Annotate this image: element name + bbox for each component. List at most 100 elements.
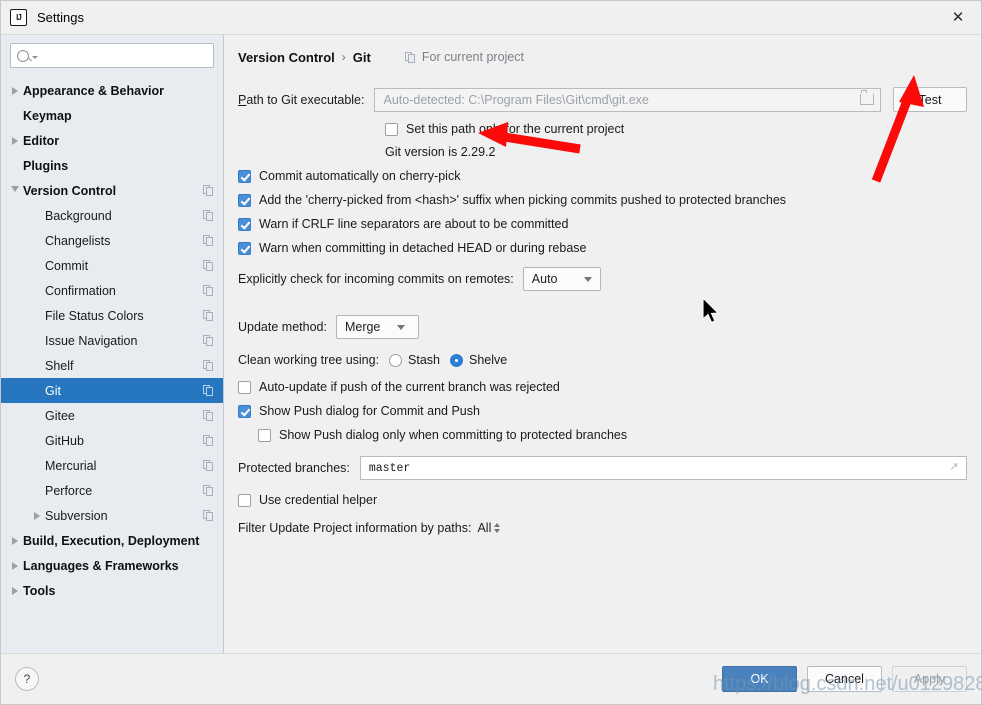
use-credential-helper-row[interactable]: Use credential helper: [238, 493, 967, 507]
filter-paths-spinner[interactable]: All: [477, 521, 501, 535]
test-button[interactable]: Test: [893, 87, 967, 112]
chevron-right-icon[interactable]: [7, 136, 23, 145]
copy-icon[interactable]: [203, 285, 214, 296]
chevron-right-icon[interactable]: [29, 511, 45, 520]
project-scope-note: For current project: [404, 50, 524, 64]
git-option-row[interactable]: Add the 'cherry-picked from <hash>' suff…: [238, 193, 967, 207]
clean-tree-option[interactable]: Stash: [389, 353, 440, 367]
search-input[interactable]: [43, 47, 207, 64]
clean-tree-option[interactable]: Shelve: [450, 353, 507, 367]
sidebar-item-issue-navigation[interactable]: Issue Navigation: [1, 328, 223, 353]
radio-stash[interactable]: [389, 353, 403, 367]
copy-icon[interactable]: [203, 510, 214, 521]
sidebar-item-label: Changelists: [45, 233, 111, 248]
git-path-field[interactable]: Auto-detected: C:\Program Files\Git\cmd\…: [374, 87, 881, 112]
protected-branches-input[interactable]: master ↗: [359, 456, 967, 480]
git-option-row[interactable]: Warn when committing in detached HEAD or…: [238, 241, 967, 255]
git-options-group: Commit automatically on cherry-pick Add t…: [238, 169, 967, 255]
copy-icon[interactable]: [203, 235, 214, 246]
copy-icon[interactable]: [203, 185, 214, 196]
copy-icon[interactable]: [203, 435, 214, 446]
sidebar-item-keymap[interactable]: Keymap: [1, 103, 223, 128]
sidebar-item-version-control[interactable]: Version Control: [1, 178, 223, 203]
auto-update-checkbox[interactable]: [238, 380, 251, 394]
show-push-dialog-label: Show Push dialog for Commit and Push: [259, 404, 480, 418]
sidebar-item-languages-frameworks[interactable]: Languages & Frameworks: [1, 553, 223, 578]
copy-icon[interactable]: [203, 485, 214, 496]
sidebar-item-commit[interactable]: Commit: [1, 253, 223, 278]
use-credential-helper-checkbox[interactable]: [238, 493, 251, 507]
sidebar-item-background[interactable]: Background: [1, 203, 223, 228]
footer-buttons: OK Cancel Apply: [722, 666, 967, 692]
update-method-select[interactable]: Merge: [335, 315, 419, 339]
copy-icon[interactable]: [203, 335, 214, 346]
sidebar-item-label: Commit: [45, 258, 89, 273]
copy-icon[interactable]: [203, 210, 214, 221]
chevron-right-icon[interactable]: [7, 586, 23, 595]
git-option-checkbox[interactable]: [238, 241, 251, 255]
title-bar: IJ Settings ✕: [1, 1, 981, 34]
git-option-checkbox[interactable]: [238, 169, 251, 183]
settings-tree: Appearance & Behavior Keymap Editor Plugins…: [1, 76, 223, 653]
clean-working-tree-label: Clean working tree using:: [238, 353, 380, 367]
chevron-down-icon: [391, 324, 411, 330]
breadcrumb-root[interactable]: Version Control: [238, 50, 335, 65]
git-option-row[interactable]: Commit automatically on cherry-pick: [238, 169, 967, 183]
show-push-dialog-checkbox[interactable]: [238, 404, 251, 418]
git-option-label: Add the 'cherry-picked from <hash>' suff…: [259, 193, 787, 207]
sidebar-item-tools[interactable]: Tools: [1, 578, 223, 603]
auto-update-label: Auto-update if push of the current branc…: [259, 380, 560, 394]
sidebar-item-plugins[interactable]: Plugins: [1, 153, 223, 178]
sidebar-item-mercurial[interactable]: Mercurial: [1, 453, 223, 478]
expand-icon[interactable]: ↗: [948, 462, 960, 474]
sidebar-item-confirmation[interactable]: Confirmation: [1, 278, 223, 303]
sidebar-item-git[interactable]: Git: [1, 378, 223, 403]
copy-icon[interactable]: [203, 410, 214, 421]
set-path-only-row[interactable]: Set this path only for the current proje…: [385, 122, 967, 136]
sidebar-item-github[interactable]: GitHub: [1, 428, 223, 453]
sidebar-item-label: Issue Navigation: [45, 333, 138, 348]
show-push-protected-row[interactable]: Show Push dialog only when committing to…: [258, 428, 967, 442]
search-box[interactable]: [10, 43, 214, 68]
folder-icon[interactable]: [860, 90, 874, 105]
sidebar-item-appearance-behavior[interactable]: Appearance & Behavior: [1, 78, 223, 103]
filter-paths-row: Filter Update Project information by pat…: [238, 521, 967, 535]
copy-icon[interactable]: [203, 460, 214, 471]
chevron-right-icon[interactable]: [7, 536, 23, 545]
protected-branches-label: Protected branches:: [238, 461, 350, 475]
sidebar-item-changelists[interactable]: Changelists: [1, 228, 223, 253]
close-icon[interactable]: ✕: [935, 1, 981, 33]
chevron-right-icon[interactable]: [7, 561, 23, 570]
git-option-row[interactable]: Warn if CRLF line separators are about t…: [238, 217, 967, 231]
copy-icon[interactable]: [203, 385, 214, 396]
sidebar-item-gitee[interactable]: Gitee: [1, 403, 223, 428]
show-push-protected-checkbox[interactable]: [258, 428, 271, 442]
sidebar-item-label: Tools: [23, 583, 56, 598]
ok-button[interactable]: OK: [722, 666, 797, 692]
settings-window: IJ Settings ✕ Appearance & Behavior Keyma…: [0, 0, 982, 705]
auto-update-row[interactable]: Auto-update if push of the current branc…: [238, 380, 967, 394]
sidebar-item-subversion[interactable]: Subversion: [1, 503, 223, 528]
sidebar-item-file-status-colors[interactable]: File Status Colors: [1, 303, 223, 328]
git-version-text: Git version is 2.29.2: [385, 145, 496, 159]
sidebar-item-shelf[interactable]: Shelf: [1, 353, 223, 378]
radio-shelve[interactable]: [450, 353, 464, 367]
chevron-down-icon[interactable]: [7, 185, 23, 196]
show-push-dialog-row[interactable]: Show Push dialog for Commit and Push: [238, 404, 967, 418]
sidebar-item-label: Build, Execution, Deployment: [23, 533, 200, 548]
git-option-checkbox[interactable]: [238, 193, 251, 207]
cancel-button[interactable]: Cancel: [807, 666, 882, 692]
sidebar-item-perforce[interactable]: Perforce: [1, 478, 223, 503]
set-path-only-checkbox[interactable]: [385, 122, 398, 136]
copy-icon[interactable]: [203, 360, 214, 371]
git-option-checkbox[interactable]: [238, 217, 251, 231]
help-button[interactable]: ?: [15, 667, 39, 691]
copy-icon[interactable]: [203, 260, 214, 271]
chevron-right-icon[interactable]: [7, 86, 23, 95]
sidebar-item-editor[interactable]: Editor: [1, 128, 223, 153]
show-push-protected-label: Show Push dialog only when committing to…: [279, 428, 628, 442]
copy-icon[interactable]: [203, 310, 214, 321]
sidebar-item-build-execution-deployment[interactable]: Build, Execution, Deployment: [1, 528, 223, 553]
incoming-commits-select[interactable]: Auto: [522, 267, 601, 291]
protected-branches-value: master: [368, 461, 411, 475]
